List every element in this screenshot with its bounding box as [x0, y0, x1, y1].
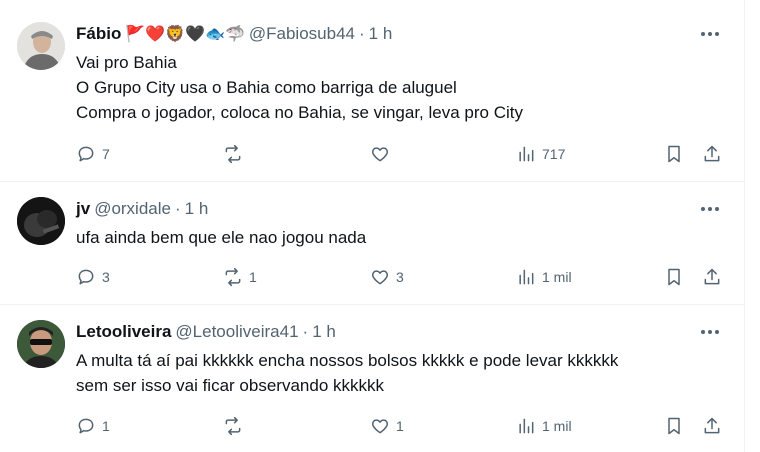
author-handle[interactable]: @orxidale [94, 199, 171, 219]
avatar[interactable] [17, 22, 65, 70]
tweet-text-line: ufa ainda bem que ele nao jogou nada [76, 228, 367, 247]
reply-count: 1 [102, 418, 110, 434]
repost-button[interactable] [223, 142, 249, 166]
author-handle[interactable]: @Fabiosub44 [249, 24, 355, 44]
views-count: 717 [542, 146, 566, 162]
heart-icon [372, 147, 388, 162]
more-options-icon[interactable] [698, 321, 722, 343]
tweet[interactable]: Fábio 🚩❤️🦁🖤🐟🦈 @Fabiosub44 · 1 h Vai pro … [0, 0, 744, 182]
action-bar: 3 1 3 1 mil [76, 265, 726, 289]
reply-icon [78, 269, 94, 285]
name-emojis: 🚩❤️🦁🖤🐟🦈 [125, 26, 245, 43]
reply-button[interactable]: 7 [76, 142, 110, 166]
repost-icon [225, 144, 241, 164]
bookmark-icon [668, 145, 680, 163]
author-handle[interactable]: @Letooliveira41 [175, 322, 298, 342]
tweet-header: Letooliveira @Letooliveira41 · 1 h [76, 321, 336, 343]
avatar[interactable] [17, 197, 65, 245]
share-icon [704, 145, 720, 162]
views-button[interactable]: 1 mil [516, 414, 572, 438]
views-button[interactable]: 1 mil [516, 265, 572, 289]
timestamp[interactable]: 1 h [312, 322, 336, 342]
timestamp[interactable]: 1 h [369, 24, 393, 44]
reply-count: 7 [102, 146, 110, 162]
tweet-header: Fábio 🚩❤️🦁🖤🐟🦈 @Fabiosub44 · 1 h [76, 23, 392, 45]
repost-count: 1 [249, 269, 257, 285]
share-icon [704, 268, 720, 285]
tweet[interactable]: jv @orxidale · 1 h ufa ainda bem que ele… [0, 181, 744, 305]
views-icon [519, 146, 534, 162]
like-button[interactable] [370, 142, 396, 166]
tweet-text-line: Compra o jogador, coloca no Bahia, se vi… [76, 103, 523, 122]
views-icon [519, 418, 534, 434]
bookmark-button[interactable] [664, 142, 684, 166]
repost-button[interactable] [223, 414, 249, 438]
views-icon [519, 269, 534, 285]
bookmark-button[interactable] [664, 265, 684, 289]
tweet-text-line: A multa tá aí pai kkkkkk encha nossos bo… [76, 351, 619, 370]
action-bar: 7 717 [76, 142, 726, 166]
like-count: 1 [396, 418, 404, 434]
tweet-header: jv @orxidale · 1 h [76, 198, 208, 220]
like-button[interactable]: 1 [370, 414, 404, 438]
reply-feed: Fábio 🚩❤️🦁🖤🐟🦈 @Fabiosub44 · 1 h Vai pro … [0, 0, 745, 452]
reply-icon [78, 418, 94, 434]
avatar[interactable] [17, 320, 65, 368]
share-button[interactable] [702, 142, 722, 166]
reply-button[interactable]: 3 [76, 265, 110, 289]
bookmark-button[interactable] [664, 414, 684, 438]
tweet-text: Vai pro Bahia O Grupo City usa o Bahia c… [76, 50, 523, 125]
bookmark-icon [668, 417, 680, 435]
tweet-text-line: O Grupo City usa o Bahia como barriga de… [76, 78, 457, 97]
share-button[interactable] [702, 414, 722, 438]
views-count: 1 mil [542, 269, 572, 285]
action-bar: 1 1 1 mil [76, 414, 726, 438]
views-button[interactable]: 717 [516, 142, 565, 166]
timestamp[interactable]: 1 h [185, 199, 209, 219]
like-button[interactable]: 3 [370, 265, 404, 289]
repost-button[interactable]: 1 [223, 265, 257, 289]
share-button[interactable] [702, 265, 722, 289]
separator: · [174, 199, 181, 218]
tweet-text-line: sem ser isso vai ficar observando kkkkkk [76, 376, 384, 395]
more-options-icon[interactable] [698, 23, 722, 45]
reply-count: 3 [102, 269, 110, 285]
author-name[interactable]: jv [76, 199, 90, 219]
author-name[interactable]: Letooliveira [76, 322, 171, 342]
repost-icon [225, 416, 241, 436]
author-name[interactable]: Fábio [76, 24, 121, 44]
heart-icon [372, 419, 388, 434]
more-options-icon[interactable] [698, 198, 722, 220]
views-count: 1 mil [542, 418, 572, 434]
tweet-text: A multa tá aí pai kkkkkk encha nossos bo… [76, 348, 618, 398]
tweet-text-line: Vai pro Bahia [76, 53, 177, 72]
share-icon [704, 417, 720, 434]
like-count: 3 [396, 269, 404, 285]
repost-icon [225, 267, 241, 287]
tweet[interactable]: Letooliveira @Letooliveira41 · 1 h A mul… [0, 304, 744, 452]
separator: · [358, 24, 365, 43]
bookmark-icon [668, 268, 680, 286]
separator: · [302, 322, 309, 341]
heart-icon [372, 270, 388, 285]
reply-icon [78, 146, 94, 162]
reply-button[interactable]: 1 [76, 414, 110, 438]
tweet-text: ufa ainda bem que ele nao jogou nada [76, 225, 366, 250]
